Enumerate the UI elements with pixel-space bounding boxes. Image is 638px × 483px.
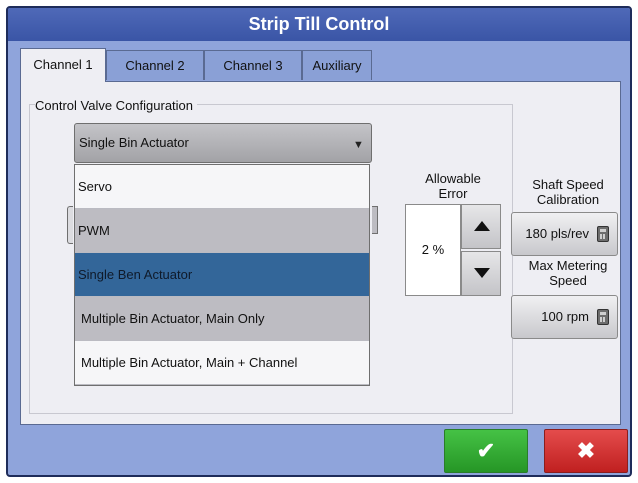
- tab-channel-1[interactable]: Channel 1: [20, 48, 106, 82]
- tab-channel-3[interactable]: Channel 3: [204, 50, 302, 80]
- option-servo[interactable]: Servo: [75, 165, 369, 209]
- option-pwm[interactable]: PWM: [75, 209, 369, 253]
- tab-channel-2[interactable]: Channel 2: [106, 50, 204, 80]
- option-multiple-bin-main-only[interactable]: Multiple Bin Actuator, Main Only: [75, 297, 369, 341]
- option-single-ben-actuator[interactable]: Single Ben Actuator: [75, 253, 369, 297]
- strip-till-control-window: Strip Till Control Channel 1 Channel 2 C…: [6, 6, 632, 477]
- accept-button[interactable]: ✔: [444, 429, 528, 473]
- allowable-error-label: Allowable Error: [425, 171, 481, 201]
- calculator-icon: [597, 226, 609, 242]
- shaft-speed-value: 180 pls/rev: [525, 226, 589, 241]
- cancel-button[interactable]: ✖: [544, 429, 628, 473]
- shaft-speed-calibration-button[interactable]: 180 pls/rev: [511, 212, 618, 256]
- max-metering-speed-button[interactable]: 100 rpm: [511, 295, 618, 339]
- dropdown-arrow-icon: ▼: [353, 139, 364, 151]
- calculator-icon: [597, 309, 609, 325]
- arrow-up-icon: [474, 221, 490, 231]
- decrease-button[interactable]: [461, 251, 501, 296]
- allowable-error-value[interactable]: 2 %: [405, 204, 461, 296]
- arrow-down-icon: [474, 268, 490, 278]
- control-valve-configuration-title: Control Valve Configuration: [35, 98, 198, 113]
- increase-button[interactable]: [461, 204, 501, 249]
- window-title: Strip Till Control: [8, 8, 630, 41]
- obscured-field-left-edge: [67, 206, 73, 244]
- shaft-speed-calibration-label: Shaft Speed Calibration: [532, 177, 604, 207]
- max-metering-speed-value: 100 rpm: [541, 309, 589, 324]
- control-valve-dropdown-list: Servo PWM Single Ben Actuator Multiple B…: [74, 164, 370, 386]
- control-valve-select[interactable]: Single Bin Actuator: [74, 123, 372, 163]
- tab-auxiliary[interactable]: Auxiliary: [302, 50, 372, 80]
- option-multiple-bin-main-channel[interactable]: Multiple Bin Actuator, Main + Channel: [75, 341, 369, 385]
- obscured-field-right-edge: [372, 206, 378, 234]
- max-metering-speed-label: Max Metering Speed: [528, 258, 608, 288]
- channel-panel: Control Valve Configuration Single Bin A…: [20, 81, 621, 425]
